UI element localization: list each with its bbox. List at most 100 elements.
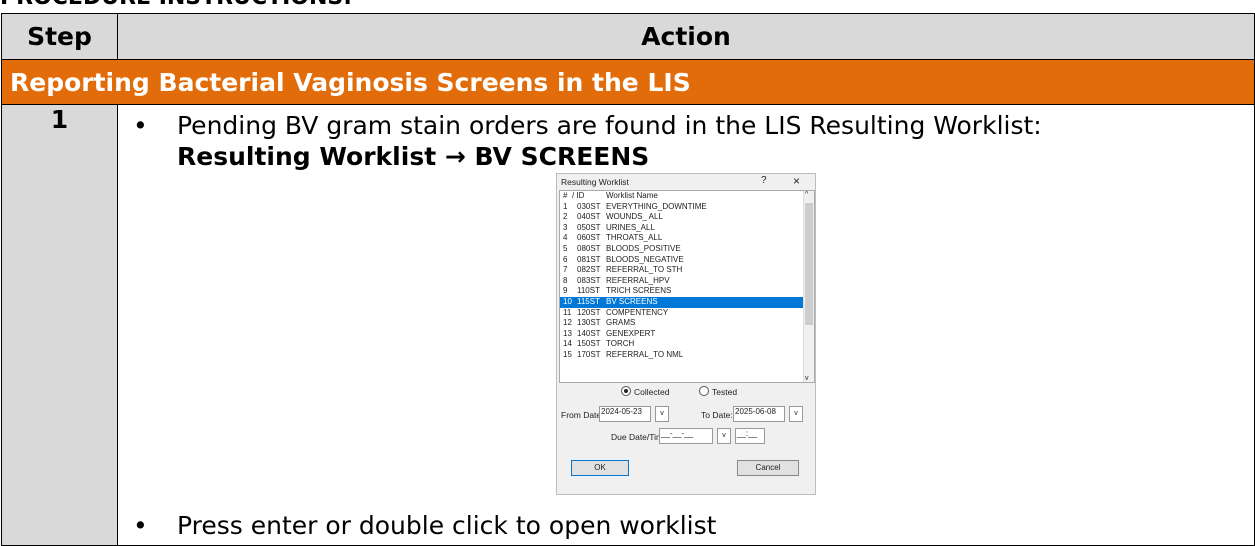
- ok-button[interactable]: OK: [571, 460, 629, 476]
- col-name[interactable]: Worklist Name: [606, 191, 658, 202]
- radio-selected-icon[interactable]: [621, 386, 631, 396]
- section-row: Reporting Bacterial Vaginosis Screens in…: [1, 59, 1255, 105]
- dialog-title: Resulting Worklist: [561, 177, 629, 187]
- list-cell-id: 060ST: [577, 233, 601, 243]
- from-date-field[interactable]: 2024-05-23: [599, 406, 651, 422]
- table-header-row: Step Action: [1, 13, 1255, 60]
- list-cell-id: 170ST: [577, 349, 601, 359]
- list-cell-name: URINES_ALL: [606, 222, 655, 232]
- list-cell-num: 14: [563, 339, 572, 349]
- list-item[interactable]: 6 081ST BLOODS_NEGATIVE: [560, 255, 814, 266]
- list-item[interactable]: 10 115ST BV SCREENS: [560, 296, 814, 308]
- list-cell-id: 120ST: [577, 307, 601, 317]
- list-cell-id: 083ST: [577, 275, 601, 285]
- list-item[interactable]: 2 040ST WOUNDS_ ALL: [560, 212, 814, 223]
- to-date-field[interactable]: 2025-06-08: [733, 406, 785, 422]
- list-cell-num: 13: [563, 328, 572, 338]
- section-title: Reporting Bacterial Vaginosis Screens in…: [1, 59, 1255, 105]
- list-cell-num: 10: [563, 296, 572, 306]
- list-item[interactable]: 7 082ST REFERRAL_TO STH: [560, 265, 814, 276]
- list-item[interactable]: 13 140ST GENEXPERT: [560, 329, 814, 340]
- list-item[interactable]: 12 130ST GRAMS: [560, 318, 814, 329]
- list-cell-id: 050ST: [577, 222, 601, 232]
- list-cell-num: 11: [563, 307, 572, 317]
- page-heading: PROCEDURE INSTRUCTIONS:: [0, 0, 352, 12]
- list-cell-id: 040ST: [577, 212, 601, 222]
- list-cell-num: 12: [563, 318, 572, 328]
- list-item[interactable]: 9 110ST TRICH SCREENS: [560, 286, 814, 297]
- list-cell-id: 081ST: [577, 254, 601, 264]
- list-cell-id: 150ST: [577, 339, 601, 349]
- list-item[interactable]: 4 060ST THROATS_ALL: [560, 233, 814, 244]
- list-cell-name: COMPENTENCY: [606, 307, 669, 317]
- from-date-dropdown-icon[interactable]: v: [655, 406, 669, 422]
- list-cell-name: TORCH: [606, 339, 635, 349]
- scroll-down-icon[interactable]: v: [805, 375, 809, 382]
- list-header: # / ID Worklist Name: [560, 191, 814, 202]
- radio-tested-label: Tested: [712, 387, 738, 397]
- radio-tested[interactable]: Tested: [699, 386, 737, 397]
- bullet-icon: •: [133, 111, 148, 140]
- action-cell: • Pending BV gram stain orders are found …: [117, 104, 1255, 546]
- bold-path-text: Resulting Worklist → BV SCREENS: [177, 142, 650, 171]
- list-cell-num: 5: [563, 243, 568, 253]
- help-icon[interactable]: ?: [761, 175, 767, 186]
- list-cell-num: 4: [563, 233, 568, 243]
- radio-collected[interactable]: Collected: [621, 386, 669, 397]
- list-cell-num: 1: [563, 201, 568, 211]
- close-icon[interactable]: ×: [793, 174, 800, 188]
- list-item[interactable]: 1 030ST EVERYTHING_DOWNTIME: [560, 202, 814, 213]
- list-cell-id: 110ST: [577, 286, 600, 296]
- to-date-label: To Date:: [701, 410, 733, 420]
- list-cell-name: REFERRAL_TO STH: [606, 265, 683, 275]
- step-row: 1 • Pending BV gram stain orders are foun…: [1, 104, 1255, 546]
- list-item[interactable]: 3 050ST URINES_ALL: [560, 223, 814, 234]
- list-cell-id: 140ST: [577, 328, 601, 338]
- step-number: 1: [1, 104, 118, 546]
- list-cell-num: 8: [563, 275, 568, 285]
- due-time-field[interactable]: __:__: [735, 428, 765, 444]
- col-id[interactable]: / ID: [572, 191, 584, 202]
- bullet-text: Pending BV gram stain orders are found i…: [177, 111, 1042, 140]
- list-item[interactable]: 11 120ST COMPENTENCY: [560, 308, 814, 319]
- list-cell-num: 6: [563, 254, 568, 264]
- due-date-dropdown-icon[interactable]: v: [717, 428, 731, 444]
- col-header-action: Action: [117, 13, 1255, 60]
- list-item[interactable]: 5 080ST BLOODS_POSITIVE: [560, 244, 814, 255]
- list-item[interactable]: 8 083ST REFERRAL_HPV: [560, 276, 814, 287]
- list-cell-name: REFERRAL_HPV: [606, 275, 670, 285]
- bullet-item: • Pending BV gram stain orders are found …: [133, 111, 1042, 141]
- list-cell-name: BLOODS_POSITIVE: [606, 243, 681, 253]
- radio-collected-label: Collected: [634, 387, 670, 397]
- list-item[interactable]: 14 150ST TORCH: [560, 339, 814, 350]
- to-date-dropdown-icon[interactable]: v: [789, 406, 803, 422]
- col-header-step: Step: [1, 13, 118, 60]
- list-cell-num: 3: [563, 222, 568, 232]
- procedure-table: Step Action Reporting Bacterial Vaginosi…: [1, 13, 1255, 546]
- list-cell-name: THROATS_ALL: [606, 233, 663, 243]
- list-cell-name: WOUNDS_ ALL: [606, 212, 663, 222]
- list-item[interactable]: 15 170ST REFERRAL_TO NML: [560, 350, 814, 361]
- cancel-button[interactable]: Cancel: [737, 460, 799, 476]
- worklist-list[interactable]: # / ID Worklist Name 1 030ST EVERYTHING_DO…: [559, 190, 815, 383]
- list-cell-id: 080ST: [577, 243, 601, 253]
- list-cell-num: 2: [563, 212, 568, 222]
- list-cell-name: BV SCREENS: [606, 296, 658, 306]
- list-cell-id: 115ST: [577, 296, 600, 306]
- col-num[interactable]: #: [563, 191, 567, 202]
- list-cell-num: 15: [563, 349, 572, 359]
- list-cell-id: 030ST: [577, 201, 601, 211]
- from-date-label: From Date:: [561, 410, 604, 420]
- list-cell-name: BLOODS_NEGATIVE: [606, 254, 684, 264]
- list-cell-id: 082ST: [577, 265, 601, 275]
- radio-unselected-icon[interactable]: [699, 386, 709, 396]
- scroll-thumb[interactable]: [805, 203, 813, 325]
- scroll-up-icon[interactable]: ^: [805, 191, 808, 198]
- list-cell-name: REFERRAL_TO NML: [606, 349, 684, 359]
- bullet-item: • Press enter or double click to open wor…: [133, 511, 716, 541]
- due-date-field[interactable]: __-__-__: [659, 428, 713, 444]
- bullet-icon: •: [133, 511, 148, 540]
- list-cell-num: 7: [563, 265, 568, 275]
- bullet-text: Press enter or double click to open work…: [177, 511, 717, 540]
- scrollbar[interactable]: ^ v: [803, 191, 814, 382]
